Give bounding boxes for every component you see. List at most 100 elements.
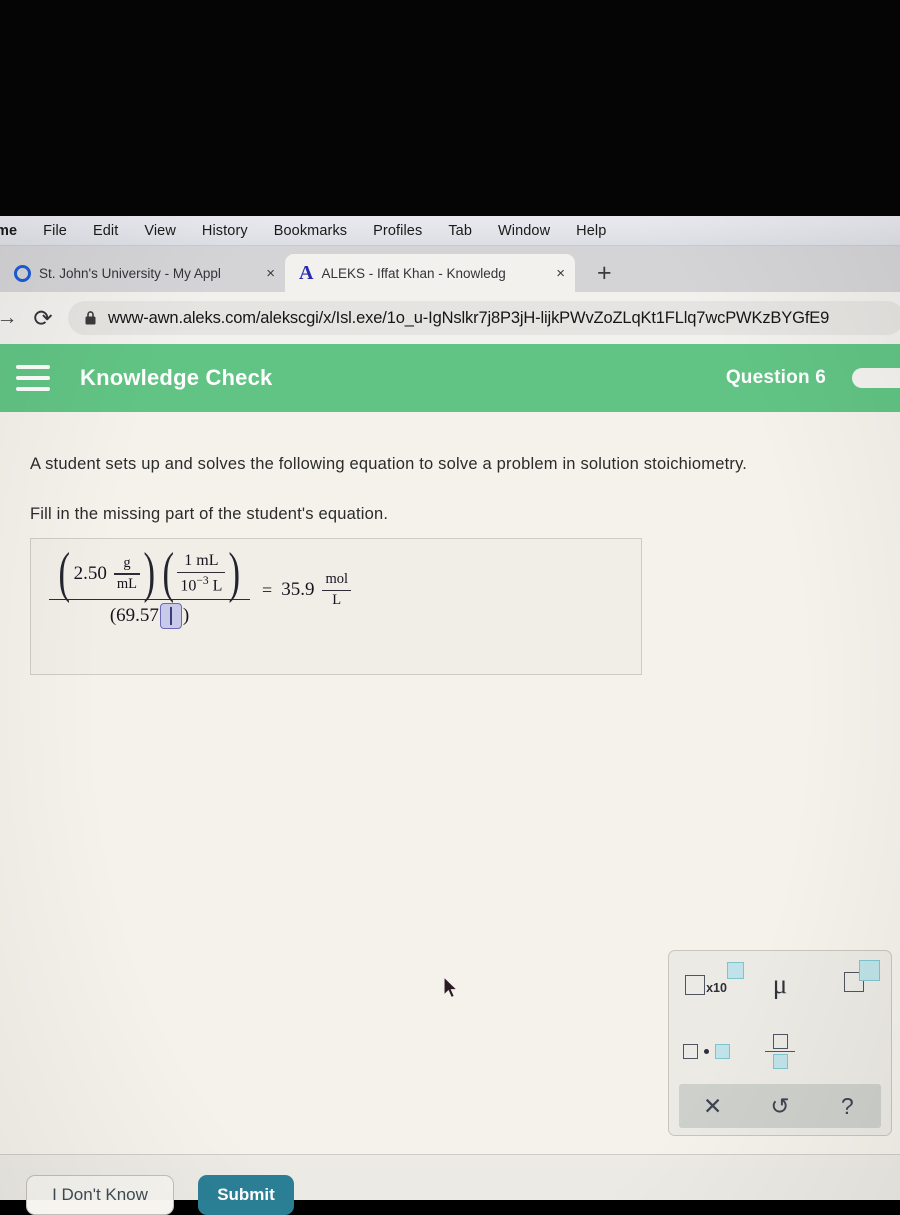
- x10-label: x10: [706, 980, 727, 995]
- fraction-icon: [765, 1033, 795, 1070]
- browser-toolbar: → ⟳ www-awn.aleks.com/alekscgi/x/Isl.exe…: [0, 292, 900, 344]
- undo-icon[interactable]: ↺: [746, 1094, 813, 1118]
- circle-o-icon: [14, 264, 31, 282]
- open-paren-icon: (: [162, 542, 174, 604]
- fraction-bar: [113, 573, 141, 575]
- menu-item-file[interactable]: File: [30, 223, 80, 239]
- help-icon[interactable]: ?: [814, 1094, 881, 1118]
- result-units: mol L: [322, 571, 352, 609]
- close-icon[interactable]: ×: [556, 265, 565, 282]
- factor-one-units: g mL: [113, 554, 141, 593]
- filled-box-icon: [772, 1054, 788, 1070]
- factor-two-denominator: 10−3 L: [177, 575, 225, 596]
- fraction-bar: [765, 1050, 795, 1053]
- factor-two-numerator: 1 mL: [184, 551, 219, 569]
- menu-item-history[interactable]: History: [189, 223, 261, 239]
- question-content-area: A student sets up and solves the followi…: [0, 412, 900, 1154]
- question-footer: I Don't Know Submit: [0, 1154, 900, 1215]
- address-bar[interactable]: www-awn.aleks.com/alekscgi/x/Isl.exe/1o_…: [68, 301, 900, 335]
- filled-box-icon: [714, 1044, 730, 1059]
- factor-two-group: ( 1 mL 10−3 L ): [159, 542, 244, 604]
- browser-tab-stjohns[interactable]: St. John's University - My Appl ×: [0, 254, 285, 292]
- browser-tab-title: St. John's University - My Appl: [39, 265, 221, 281]
- close-paren-icon: ): [228, 542, 241, 604]
- question-prompt: A student sets up and solves the followi…: [30, 452, 870, 527]
- math-input-palette: x10 μ ✕ ↺ ?: [668, 950, 892, 1136]
- factor-two-exponent: −3: [196, 574, 209, 587]
- student-equation: ( 2.50 g mL ) ( 1 mL 10−3 L) (69.57) =…: [49, 542, 352, 630]
- page-title: Knowledge Check: [80, 365, 273, 390]
- scientific-notation-button[interactable]: x10: [669, 951, 744, 1018]
- menu-item-help[interactable]: Help: [563, 223, 619, 239]
- menu-item-profiles[interactable]: Profiles: [360, 223, 435, 239]
- aleks-app-header: Knowledge Check Question 6: [0, 344, 900, 412]
- open-paren-icon: (: [58, 542, 71, 604]
- micro-button[interactable]: μ: [743, 951, 817, 1018]
- os-menu-bar: me File Edit View History Bookmarks Prof…: [0, 216, 900, 246]
- result-value: 35.9: [281, 579, 315, 601]
- factor-one-group: ( 2.50 g mL ): [55, 542, 159, 604]
- palette-empty-cell: [817, 1018, 891, 1085]
- superscript-button[interactable]: [817, 951, 891, 1018]
- dont-know-button[interactable]: I Don't Know: [26, 1175, 174, 1215]
- superscript-icon: [844, 960, 880, 997]
- filled-box-icon: [726, 961, 744, 979]
- menu-item-window[interactable]: Window: [485, 223, 563, 239]
- question-counter: Question 6: [725, 367, 826, 388]
- fraction-bar: [322, 589, 352, 591]
- main-fraction-denominator: (69.57): [104, 600, 195, 630]
- equation-card[interactable]: ( 2.50 g mL ) ( 1 mL 10−3 L) (69.57) =…: [30, 538, 642, 675]
- mu-icon: μ: [772, 969, 788, 999]
- empty-box-icon: [772, 1033, 788, 1049]
- factor-one-value: 2.50: [73, 562, 107, 584]
- factor-one-unit-denominator: mL: [116, 576, 138, 593]
- letter-a-icon: A: [299, 262, 314, 284]
- denominator-suffix: ): [182, 605, 190, 627]
- progress-bar: [852, 368, 900, 388]
- browser-tab-title: ALEKS - Iffat Khan - Knowledg: [321, 265, 506, 281]
- submit-button[interactable]: Submit: [198, 1175, 294, 1215]
- equals-sign: =: [262, 579, 273, 600]
- menu-item-app[interactable]: me: [0, 223, 30, 239]
- answer-input-blank[interactable]: [159, 603, 182, 630]
- prompt-line-1: A student sets up and solves the followi…: [30, 455, 748, 473]
- denominator-prefix: (69.57: [109, 605, 159, 627]
- factor-one-unit-numerator: g: [123, 554, 131, 571]
- menu-item-view[interactable]: View: [131, 223, 189, 239]
- prompt-line-2: Fill in the missing part of the student'…: [30, 504, 389, 523]
- math-palette-grid: x10 μ: [669, 951, 891, 1085]
- factor-two-unit: L: [212, 577, 223, 595]
- menu-item-bookmarks[interactable]: Bookmarks: [261, 223, 360, 239]
- new-tab-button[interactable]: +: [597, 261, 612, 286]
- address-bar-url: www-awn.aleks.com/alekscgi/x/Isl.exe/1o_…: [108, 308, 830, 327]
- browser-tab-strip: St. John's University - My Appl × A ALEK…: [0, 246, 900, 292]
- result-unit-numerator: mol: [325, 571, 349, 587]
- scientific-notation-icon: x10: [685, 961, 744, 995]
- menu-item-edit[interactable]: Edit: [80, 223, 131, 239]
- multiply-dot-button[interactable]: [669, 1018, 743, 1085]
- fraction-button[interactable]: [743, 1018, 817, 1085]
- main-fraction: ( 2.50 g mL ) ( 1 mL 10−3 L) (69.57): [49, 542, 251, 630]
- hamburger-icon[interactable]: [16, 365, 50, 391]
- factor-two-units: 1 mL 10−3 L: [177, 551, 226, 596]
- dot-icon: [703, 1049, 709, 1054]
- lock-icon: [85, 311, 96, 325]
- fraction-bar: [177, 572, 226, 574]
- mouse-cursor: [443, 976, 459, 999]
- main-fraction-numerator: ( 2.50 g mL ) ( 1 mL 10−3 L): [49, 542, 250, 604]
- forward-icon[interactable]: →: [0, 306, 20, 330]
- multiply-dot-icon: [682, 1044, 730, 1059]
- close-paren-icon: ): [143, 542, 156, 604]
- math-palette-actions: ✕ ↺ ?: [679, 1084, 881, 1128]
- result-unit-denominator: L: [332, 592, 342, 609]
- factor-two-base: 10: [180, 577, 197, 595]
- reload-icon[interactable]: ⟳: [28, 305, 58, 332]
- close-icon[interactable]: ×: [266, 265, 275, 282]
- menu-item-tab[interactable]: Tab: [435, 223, 485, 239]
- screen-bezel-top: [0, 0, 900, 216]
- empty-box-icon: [682, 1044, 698, 1059]
- browser-tab-aleks[interactable]: A ALEKS - Iffat Khan - Knowledg ×: [285, 254, 575, 292]
- filled-box-icon: [859, 960, 880, 981]
- empty-box-icon: [685, 974, 706, 995]
- clear-icon[interactable]: ✕: [679, 1094, 746, 1118]
